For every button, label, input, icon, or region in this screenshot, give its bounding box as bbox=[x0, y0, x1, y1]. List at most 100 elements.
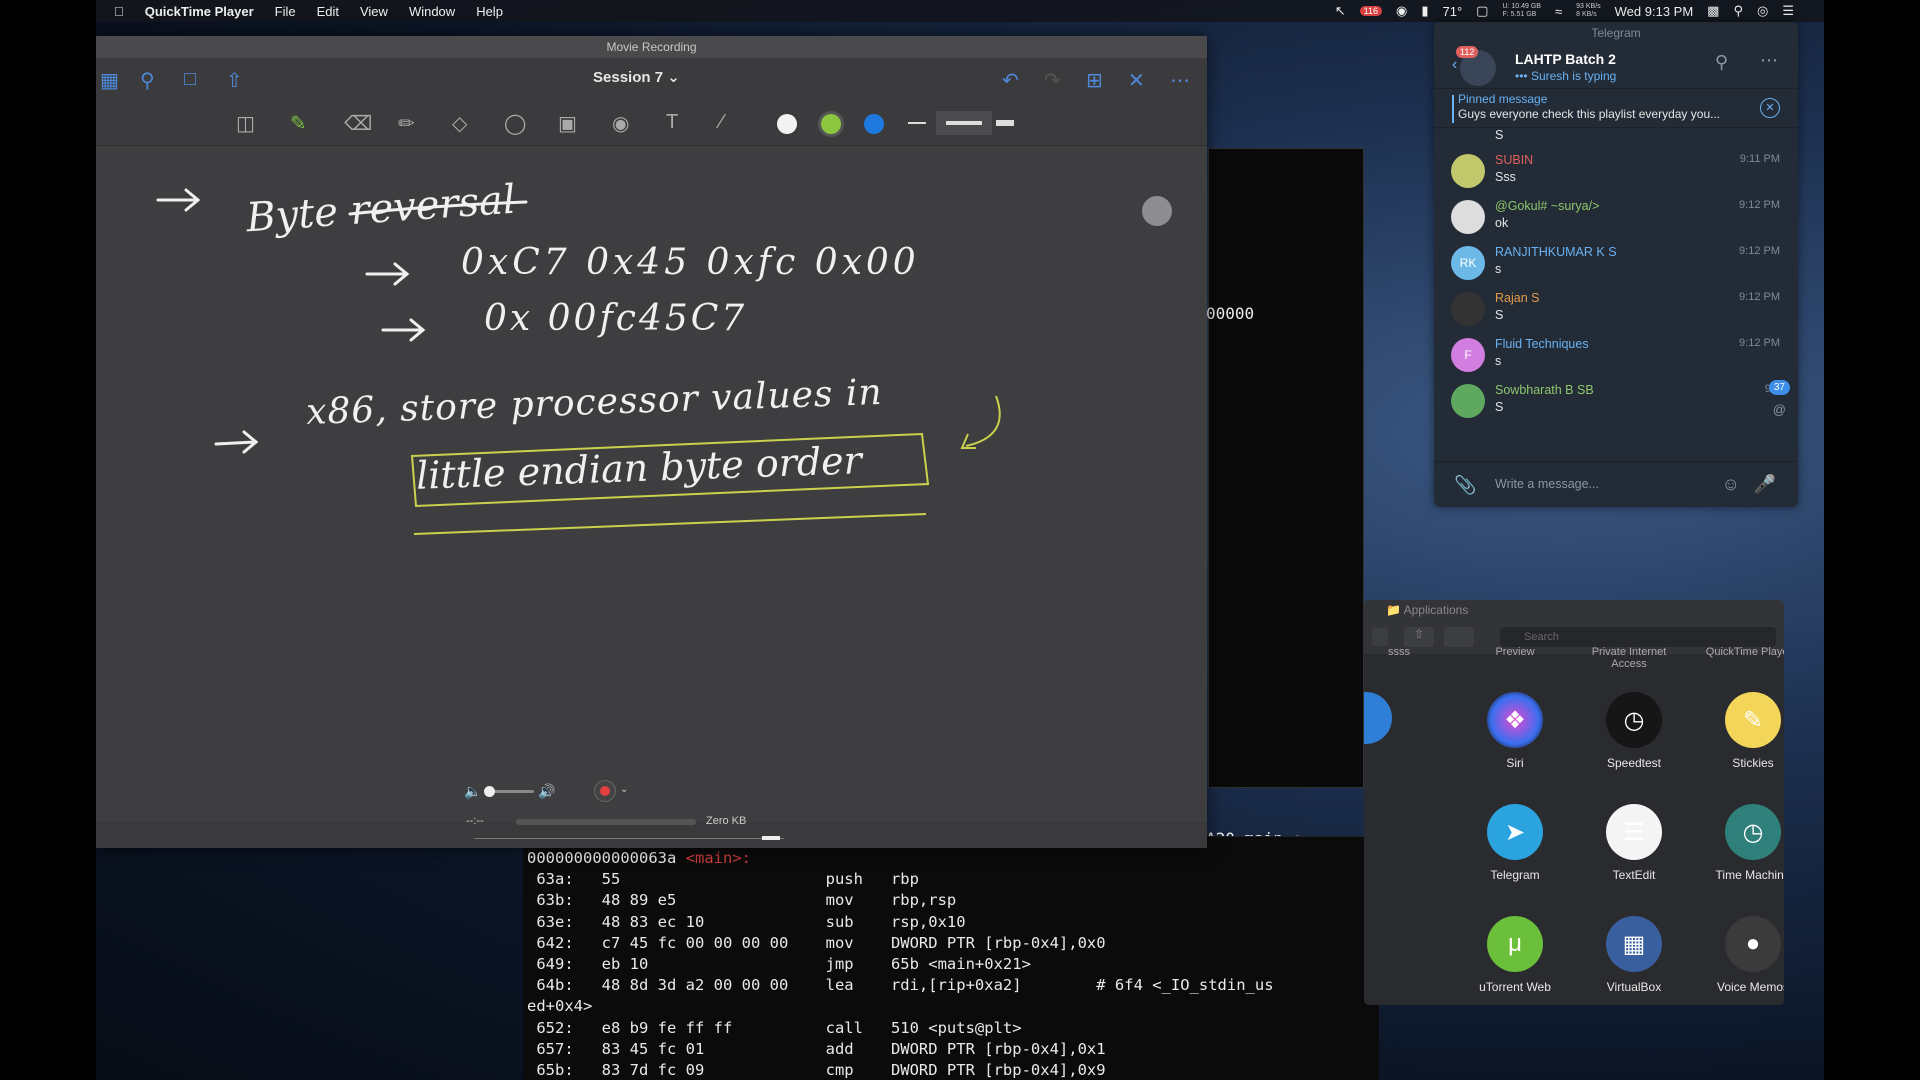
app-tile[interactable]: ● Voice Memos bbox=[1698, 916, 1784, 994]
siri-icon[interactable]: ❖ bbox=[1487, 692, 1543, 748]
app-tile[interactable]: μ uTorrent Web bbox=[1460, 916, 1570, 994]
display-icon[interactable]: ▢ bbox=[1476, 3, 1488, 19]
sender-name[interactable]: @Gokul# ~surya/> bbox=[1495, 199, 1599, 213]
tag-button[interactable] bbox=[1444, 627, 1474, 647]
time-machine-icon[interactable]: ◷ bbox=[1725, 804, 1781, 860]
share-button[interactable]: ⇧ bbox=[1404, 627, 1434, 647]
sender-avatar[interactable] bbox=[1451, 384, 1485, 418]
notification-badge[interactable]: 116 bbox=[1359, 6, 1382, 16]
sender-name[interactable]: Fluid Techniques bbox=[1495, 337, 1589, 351]
siri-menubar-icon[interactable]: ◎ bbox=[1757, 3, 1768, 19]
app-tile[interactable]: ▦ VirtualBox bbox=[1579, 916, 1689, 994]
menu-window[interactable]: Window bbox=[409, 4, 455, 19]
stroke-medium[interactable] bbox=[936, 111, 992, 135]
menu-app-name[interactable]: QuickTime Player bbox=[145, 4, 254, 19]
menu-edit[interactable]: Edit bbox=[317, 4, 339, 19]
sender-name[interactable]: Sowbharath B SB bbox=[1495, 383, 1594, 397]
search-icon[interactable]: ⚲ bbox=[140, 68, 155, 93]
pinned-message-bar[interactable]: Pinned message Guys everyone check this … bbox=[1434, 88, 1798, 128]
zoom-window-icon[interactable]: ◫ bbox=[236, 111, 255, 136]
image-icon[interactable]: ▣ bbox=[558, 111, 577, 136]
highlighter-icon[interactable]: ✏ bbox=[398, 111, 415, 136]
notification-center-icon[interactable]: ☰ bbox=[1782, 3, 1794, 19]
back-icon[interactable]: ‹ bbox=[1452, 56, 1457, 74]
redo-icon[interactable]: ↷ bbox=[1044, 68, 1061, 93]
app-tile[interactable]: ◷ Speedtest bbox=[1579, 692, 1689, 770]
camera-icon[interactable]: ◉ bbox=[612, 111, 629, 136]
sender-avatar[interactable]: RK bbox=[1451, 246, 1485, 280]
sender-avatar[interactable]: F bbox=[1451, 338, 1485, 372]
progress-handle[interactable] bbox=[762, 836, 780, 840]
color-green-swatch[interactable] bbox=[821, 114, 841, 134]
lasso-icon[interactable]: ◯ bbox=[504, 111, 526, 136]
textedit-icon[interactable]: ☰ bbox=[1606, 804, 1662, 860]
app-tile[interactable]: ☰ TextEdit bbox=[1579, 804, 1689, 882]
utorrent-icon[interactable]: μ bbox=[1487, 916, 1543, 972]
laser-pointer-icon[interactable]: ∕ bbox=[720, 111, 723, 134]
stroke-thin[interactable] bbox=[908, 122, 926, 124]
app-tile[interactable]: ❖ Siri bbox=[1460, 692, 1570, 770]
add-page-icon[interactable]: ⊞ bbox=[1086, 68, 1103, 93]
message-row[interactable]: Sowbharath B SBS9:137@ bbox=[1434, 378, 1798, 424]
apple-icon[interactable]:  bbox=[114, 4, 124, 19]
volume-slider-knob[interactable] bbox=[484, 786, 495, 797]
terminal-disassembly[interactable]: 000000000000063a <main>: 63a: 55 push rb… bbox=[523, 836, 1379, 1080]
chat-name[interactable]: LAHTP Batch 2 bbox=[1515, 51, 1616, 67]
telegram-icon[interactable]: ➤ bbox=[1487, 804, 1543, 860]
sender-name[interactable]: RANJITHKUMAR K S bbox=[1495, 245, 1617, 259]
search-icon[interactable]: ⚲ bbox=[1715, 52, 1728, 73]
status-icon[interactable]: ◉ bbox=[1396, 3, 1407, 19]
voice-memos-icon[interactable]: ● bbox=[1725, 916, 1781, 972]
lock-icon[interactable]: ▩ bbox=[1707, 3, 1719, 19]
disk-stats[interactable]: U: 10.49 GB F: 5.51 GB bbox=[1502, 3, 1541, 19]
menu-help[interactable]: Help bbox=[476, 4, 503, 19]
session-title[interactable]: Session 7 ⌄ bbox=[593, 68, 680, 86]
message-row[interactable]: @Gokul# ~surya/> ok 9:12 PM bbox=[1434, 194, 1798, 240]
wifi-icon[interactable]: ≈ bbox=[1555, 4, 1562, 19]
menu-view[interactable]: View bbox=[360, 4, 388, 19]
pen-tool-icon[interactable]: ✎ bbox=[290, 111, 307, 136]
close-icon[interactable]: ✕ bbox=[1128, 68, 1145, 93]
sender-avatar[interactable] bbox=[1451, 200, 1485, 234]
app-tile[interactable]: ✎ Stickies bbox=[1698, 692, 1784, 770]
app-tile[interactable]: ◷ Time Machine bbox=[1698, 804, 1784, 882]
cursor-icon[interactable]: ↖ bbox=[1335, 3, 1346, 19]
applications-search-input[interactable]: Search bbox=[1500, 627, 1776, 647]
close-pinned-icon[interactable]: ✕ bbox=[1760, 98, 1780, 118]
more-options-icon[interactable]: ⋯ bbox=[1760, 50, 1778, 71]
message-row[interactable]: SUBIN Sss 9:11 PM bbox=[1434, 148, 1798, 194]
more-icon[interactable]: ⋯ bbox=[1170, 68, 1190, 93]
message-input[interactable]: Write a message... bbox=[1495, 477, 1599, 491]
menu-file[interactable]: File bbox=[275, 4, 296, 19]
speedtest-icon[interactable]: ◷ bbox=[1606, 692, 1662, 748]
unread-mentions-badge[interactable]: 37 bbox=[1768, 380, 1790, 395]
network-stats[interactable]: 93 KB/s 8 KB/s bbox=[1576, 3, 1601, 19]
grid-view-icon[interactable]: ▦ bbox=[100, 68, 119, 93]
sender-avatar[interactable] bbox=[1451, 292, 1485, 326]
scroll-indicator[interactable] bbox=[1142, 196, 1172, 226]
undo-icon[interactable]: ↶ bbox=[1002, 68, 1019, 93]
app-tile[interactable]: ➤ Telegram bbox=[1460, 804, 1570, 882]
record-button[interactable] bbox=[594, 780, 616, 802]
attach-icon[interactable]: 📎 bbox=[1454, 475, 1476, 496]
message-row[interactable]: F Fluid Techniques s 9:12 PM bbox=[1434, 332, 1798, 378]
mention-icon[interactable]: @ bbox=[1773, 402, 1786, 417]
message-row[interactable]: Rajan S S 9:12 PM bbox=[1434, 286, 1798, 332]
spotlight-search-icon[interactable]: ⚲ bbox=[1733, 3, 1743, 19]
sender-name[interactable]: Rajan S bbox=[1495, 291, 1539, 305]
safari-icon-partial[interactable] bbox=[1364, 692, 1392, 744]
sender-name[interactable]: SUBIN bbox=[1495, 153, 1533, 167]
emoji-icon[interactable]: ☺ bbox=[1722, 474, 1740, 495]
share-icon[interactable]: ⇧ bbox=[226, 68, 243, 93]
virtualbox-icon[interactable]: ▦ bbox=[1606, 916, 1662, 972]
message-row[interactable]: RK RANJITHKUMAR K S s 9:12 PM bbox=[1434, 240, 1798, 286]
stroke-thick[interactable] bbox=[996, 120, 1014, 126]
datetime[interactable]: Wed 9:13 PM bbox=[1615, 4, 1694, 19]
color-blue-swatch[interactable] bbox=[864, 114, 884, 134]
text-tool-icon[interactable]: T bbox=[666, 111, 678, 134]
sender-avatar[interactable] bbox=[1451, 154, 1485, 188]
microphone-icon[interactable]: 🎤 bbox=[1754, 474, 1776, 495]
record-options-chevron-icon[interactable]: ⌄ bbox=[620, 784, 628, 795]
battery-status-icon[interactable]: ▮ bbox=[1421, 3, 1428, 19]
eraser-icon[interactable]: ⌫ bbox=[344, 111, 372, 136]
